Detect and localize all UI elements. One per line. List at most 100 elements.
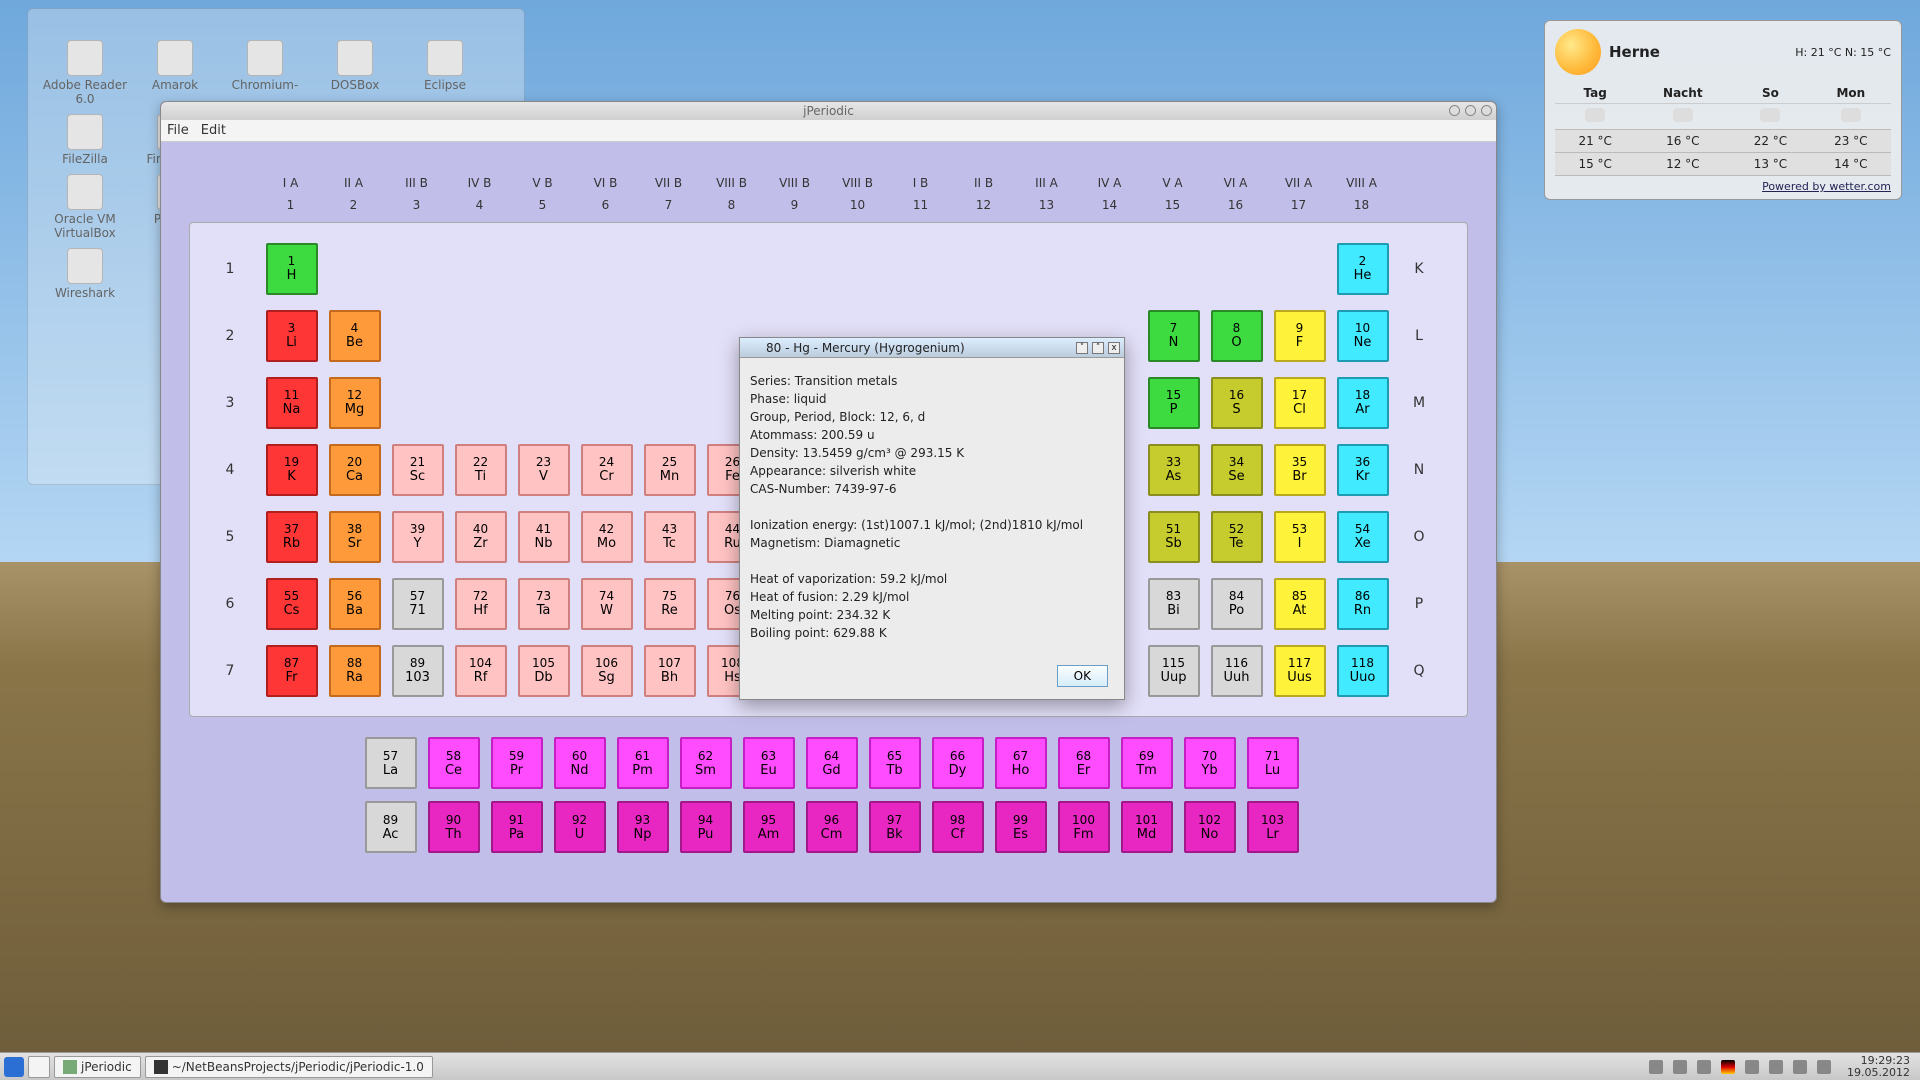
element-cell[interactable]: 23V — [518, 444, 570, 496]
tray-icon[interactable] — [1793, 1060, 1807, 1074]
tray-flag-icon[interactable] — [1721, 1060, 1735, 1074]
element-cell[interactable]: 92U — [554, 801, 606, 853]
element-cell[interactable]: 71Lu — [1247, 737, 1299, 789]
dialog-close-icon[interactable]: x — [1108, 342, 1120, 354]
close-icon[interactable] — [1481, 105, 1492, 116]
element-cell[interactable]: 51Sb — [1148, 511, 1200, 563]
element-cell[interactable]: 116Uuh — [1211, 645, 1263, 697]
tray-icon[interactable] — [1817, 1060, 1831, 1074]
element-cell[interactable]: 7N — [1148, 310, 1200, 362]
tray-icon[interactable] — [1649, 1060, 1663, 1074]
element-cell[interactable]: 90Th — [428, 801, 480, 853]
element-cell[interactable]: 68Er — [1058, 737, 1110, 789]
element-cell[interactable]: 53I — [1274, 511, 1326, 563]
element-cell[interactable]: 58Ce — [428, 737, 480, 789]
element-cell[interactable]: 107Bh — [644, 645, 696, 697]
menu-file[interactable]: File — [167, 123, 189, 138]
taskbar-item-terminal[interactable]: ~/NetBeansProjects/jPeriodic/jPeriodic-1… — [145, 1056, 433, 1078]
element-cell[interactable]: 34Se — [1211, 444, 1263, 496]
element-cell[interactable]: 115Uup — [1148, 645, 1200, 697]
element-cell[interactable]: 5771 — [392, 578, 444, 630]
dialog-min-icon[interactable]: ˅ — [1076, 342, 1088, 354]
minimize-icon[interactable] — [1449, 105, 1460, 116]
element-cell[interactable]: 15P — [1148, 377, 1200, 429]
element-cell[interactable]: 105Db — [518, 645, 570, 697]
element-cell[interactable]: 25Mn — [644, 444, 696, 496]
element-cell[interactable]: 62Sm — [680, 737, 732, 789]
element-cell[interactable]: 55Cs — [266, 578, 318, 630]
tray-icon[interactable] — [1697, 1060, 1711, 1074]
element-cell[interactable]: 2He — [1337, 243, 1389, 295]
element-cell[interactable]: 38Sr — [329, 511, 381, 563]
element-cell[interactable]: 60Nd — [554, 737, 606, 789]
element-cell[interactable]: 95Am — [743, 801, 795, 853]
element-cell[interactable]: 42Mo — [581, 511, 633, 563]
element-cell[interactable]: 67Ho — [995, 737, 1047, 789]
element-cell[interactable]: 97Bk — [869, 801, 921, 853]
dialog-titlebar[interactable]: 80 - Hg - Mercury (Hygrogenium) ˅ ˄ x — [740, 338, 1124, 358]
element-cell[interactable]: 87Fr — [266, 645, 318, 697]
element-cell[interactable]: 99Es — [995, 801, 1047, 853]
element-cell[interactable]: 64Gd — [806, 737, 858, 789]
tray-network-icon[interactable] — [1769, 1060, 1783, 1074]
element-cell[interactable]: 102No — [1184, 801, 1236, 853]
taskbar-clock[interactable]: 19:29:23 19.05.2012 — [1847, 1055, 1910, 1079]
element-cell[interactable]: 84Po — [1211, 578, 1263, 630]
element-cell[interactable]: 4Be — [329, 310, 381, 362]
element-cell[interactable]: 85At — [1274, 578, 1326, 630]
element-cell[interactable]: 73Ta — [518, 578, 570, 630]
element-cell[interactable]: 117Uus — [1274, 645, 1326, 697]
element-cell[interactable]: 19K — [266, 444, 318, 496]
element-cell[interactable]: 98Cf — [932, 801, 984, 853]
element-cell[interactable]: 1H — [266, 243, 318, 295]
element-cell[interactable]: 35Br — [1274, 444, 1326, 496]
element-cell[interactable]: 10Ne — [1337, 310, 1389, 362]
element-cell[interactable]: 96Cm — [806, 801, 858, 853]
element-cell[interactable]: 17Cl — [1274, 377, 1326, 429]
element-cell[interactable]: 36Kr — [1337, 444, 1389, 496]
tray-volume-icon[interactable] — [1745, 1060, 1759, 1074]
element-cell[interactable]: 94Pu — [680, 801, 732, 853]
element-cell[interactable]: 41Nb — [518, 511, 570, 563]
taskbar-item-jperiodic[interactable]: jPeriodic — [54, 1056, 141, 1078]
element-cell[interactable]: 43Tc — [644, 511, 696, 563]
element-cell[interactable]: 59Pr — [491, 737, 543, 789]
element-cell[interactable]: 91Pa — [491, 801, 543, 853]
element-cell[interactable]: 72Hf — [455, 578, 507, 630]
element-cell[interactable]: 106Sg — [581, 645, 633, 697]
element-cell[interactable]: 18Ar — [1337, 377, 1389, 429]
element-cell[interactable]: 24Cr — [581, 444, 633, 496]
dialog-max-icon[interactable]: ˄ — [1092, 342, 1104, 354]
element-cell[interactable]: 52Te — [1211, 511, 1263, 563]
element-cell[interactable]: 75Re — [644, 578, 696, 630]
window-titlebar[interactable]: jPeriodic — [161, 102, 1496, 120]
element-cell[interactable]: 37Rb — [266, 511, 318, 563]
element-cell[interactable]: 101Md — [1121, 801, 1173, 853]
element-cell[interactable]: 16S — [1211, 377, 1263, 429]
element-cell[interactable]: 93Np — [617, 801, 669, 853]
element-cell[interactable]: 74W — [581, 578, 633, 630]
element-cell[interactable]: 8O — [1211, 310, 1263, 362]
menu-edit[interactable]: Edit — [201, 123, 226, 138]
element-cell[interactable]: 86Rn — [1337, 578, 1389, 630]
element-cell[interactable]: 56Ba — [329, 578, 381, 630]
element-cell[interactable]: 61Pm — [617, 737, 669, 789]
element-cell[interactable]: 89103 — [392, 645, 444, 697]
element-cell[interactable]: 54Xe — [1337, 511, 1389, 563]
element-cell[interactable]: 103Lr — [1247, 801, 1299, 853]
element-cell[interactable]: 88Ra — [329, 645, 381, 697]
show-desktop-button[interactable] — [28, 1056, 50, 1078]
element-cell[interactable]: 39Y — [392, 511, 444, 563]
element-cell[interactable]: 40Zr — [455, 511, 507, 563]
element-cell[interactable]: 89Ac — [365, 801, 417, 853]
element-cell[interactable]: 83Bi — [1148, 578, 1200, 630]
element-cell[interactable]: 33As — [1148, 444, 1200, 496]
element-cell[interactable]: 69Tm — [1121, 737, 1173, 789]
weather-powered-link[interactable]: Powered by wetter.com — [1555, 180, 1891, 193]
element-cell[interactable]: 20Ca — [329, 444, 381, 496]
element-cell[interactable]: 66Dy — [932, 737, 984, 789]
element-cell[interactable]: 22Ti — [455, 444, 507, 496]
element-cell[interactable]: 9F — [1274, 310, 1326, 362]
element-cell[interactable]: 118Uuo — [1337, 645, 1389, 697]
element-cell[interactable]: 100Fm — [1058, 801, 1110, 853]
